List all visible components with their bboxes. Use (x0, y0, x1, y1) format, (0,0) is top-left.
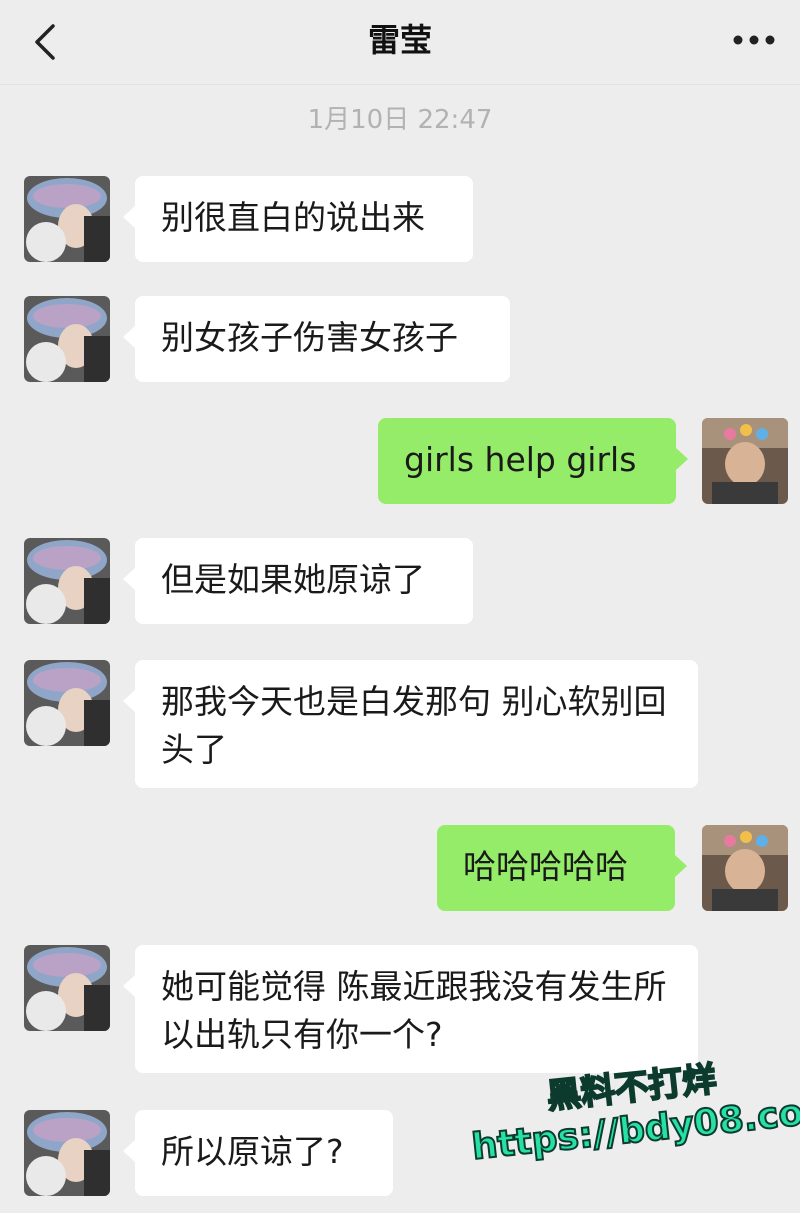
message-bubble-outgoing[interactable]: girls help girls (378, 418, 688, 504)
contact-avatar[interactable] (24, 660, 110, 746)
message-bubble-incoming[interactable]: 所以原谅了? (123, 1110, 393, 1196)
message-timestamp: 1月10日 22:47 (307, 105, 493, 135)
message-bubble-incoming[interactable]: 别女孩子伤害女孩子 (123, 296, 510, 382)
my-avatar[interactable] (702, 418, 788, 504)
my-avatar[interactable] (702, 825, 788, 911)
message-text: 她可能觉得 陈最近跟我没有发生所以出轨只有你一个? (161, 967, 667, 1054)
message-bubble-incoming[interactable]: 但是如果她原谅了 (123, 538, 473, 624)
contact-avatar[interactable] (24, 296, 110, 382)
more-button[interactable] (726, 18, 782, 62)
chat-title: 雷莹 (367, 21, 432, 59)
more-dots-icon (733, 35, 775, 45)
contact-avatar[interactable] (24, 176, 110, 262)
message-bubble-incoming[interactable]: 那我今天也是白发那句 别心软别回头了 (123, 660, 698, 788)
message-text: 所以原谅了? (161, 1132, 344, 1171)
message-text: girls help girls (404, 440, 637, 479)
message-text: 别女孩子伤害女孩子 (161, 318, 458, 357)
message-text: 那我今天也是白发那句 别心软别回头了 (161, 682, 667, 769)
message-text: 但是如果她原谅了 (161, 560, 425, 599)
message-bubble-incoming[interactable]: 别很直白的说出来 (123, 176, 473, 262)
message-text: 哈哈哈哈哈 (463, 847, 628, 886)
message-bubble-outgoing[interactable]: 哈哈哈哈哈 (437, 825, 687, 911)
chat-header: 雷莹 (0, 0, 800, 85)
message-text: 别很直白的说出来 (161, 198, 425, 237)
contact-avatar[interactable] (24, 1110, 110, 1196)
contact-avatar[interactable] (24, 945, 110, 1031)
message-bubble-incoming[interactable]: 她可能觉得 陈最近跟我没有发生所以出轨只有你一个? (123, 945, 698, 1073)
contact-avatar[interactable] (24, 538, 110, 624)
